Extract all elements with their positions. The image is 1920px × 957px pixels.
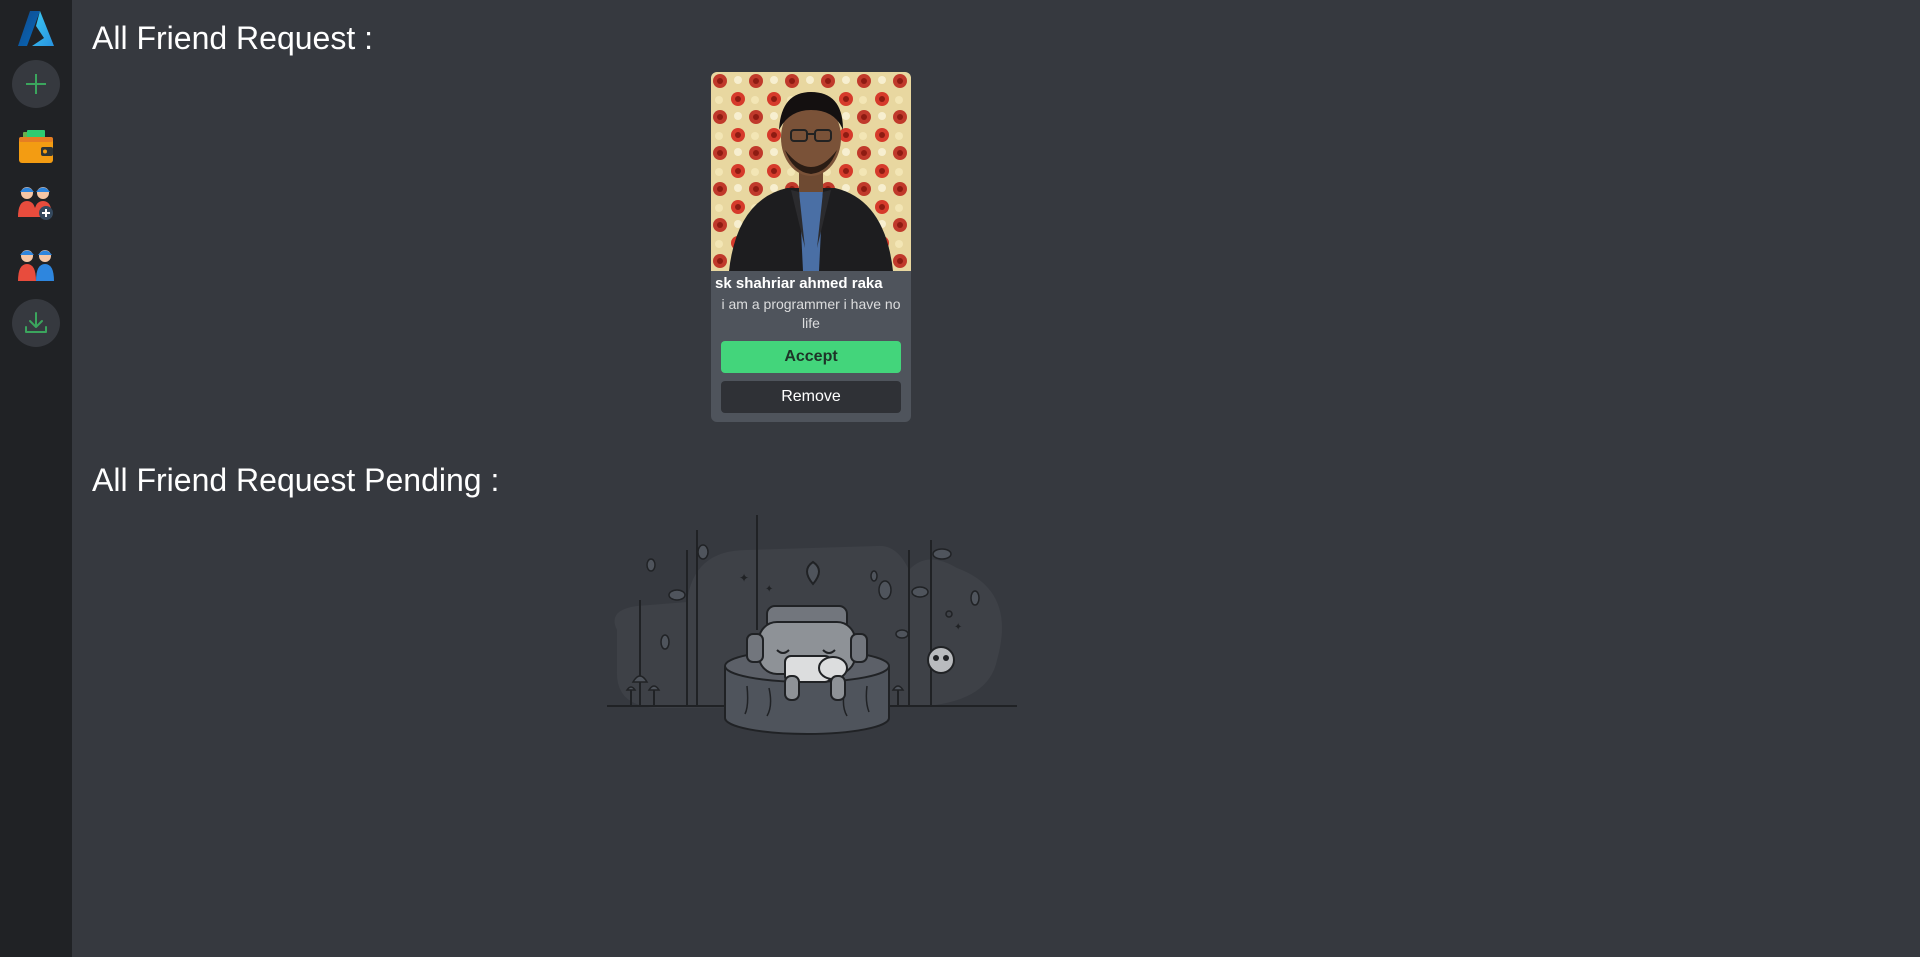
accept-button[interactable]: Accept [721, 341, 901, 373]
add-server-button[interactable] [12, 60, 60, 108]
azure-logo-icon[interactable] [11, 3, 61, 53]
friend-name: sk shahriar ahmed raka [715, 275, 883, 292]
download-apps-button[interactable] [12, 299, 60, 347]
wallet-icon [19, 130, 53, 163]
pending-requests-title: All Friend Request Pending : [92, 462, 500, 498]
friends-button[interactable] [11, 240, 61, 290]
empty-state-illustration: ✦ ✦ ✦ [607, 515, 1017, 735]
friend-requests-title: All Friend Request : [92, 20, 374, 56]
main-content: All Friend Request : sk shahriar ahmed r… [72, 0, 1920, 957]
friend-bio: i am a programmer i have no life [721, 296, 901, 331]
svg-text:✦: ✦ [765, 584, 773, 595]
friend-request-card: sk shahriar ahmed raka i am a programmer… [711, 72, 911, 422]
remove-button[interactable]: Remove [721, 381, 901, 413]
profile-photo [711, 72, 911, 271]
sidebar [0, 0, 72, 957]
plus-icon [26, 74, 46, 94]
download-icon [25, 312, 47, 333]
svg-text:✦: ✦ [954, 622, 962, 633]
svg-text:✦: ✦ [739, 571, 749, 585]
add-friend-icon [18, 187, 53, 220]
add-friend-button[interactable] [11, 178, 61, 228]
wallet-button[interactable] [11, 122, 61, 172]
friends-icon [18, 250, 54, 281]
